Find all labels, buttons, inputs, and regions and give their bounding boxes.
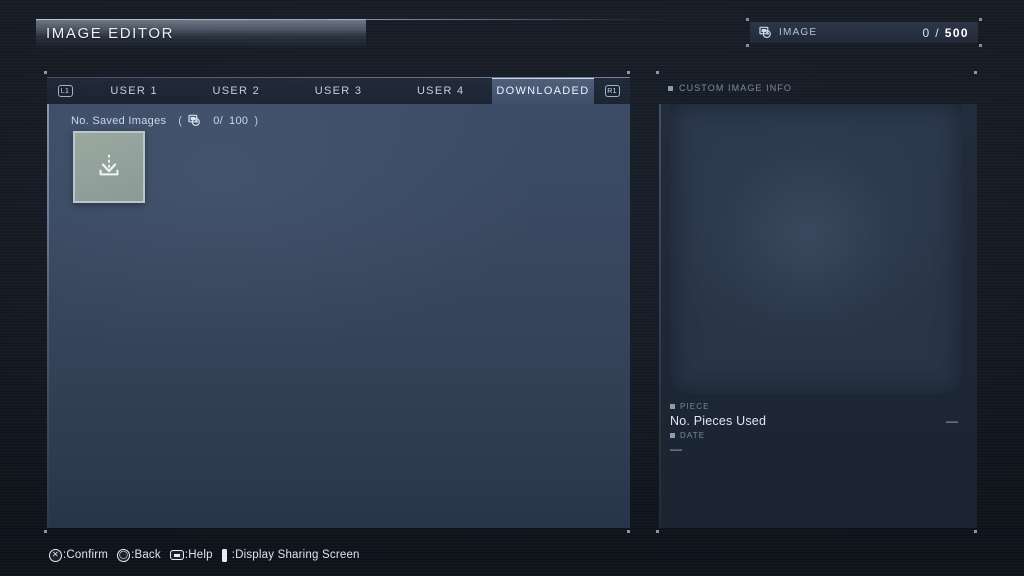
image-counter-value: 0 / 500 [922, 26, 969, 40]
corner-tick [656, 530, 659, 533]
hint-back: ◯ :Back [117, 548, 161, 562]
button-hint-bar: ✕ :Confirm ◯ :Back :Help :Display Sharin… [49, 546, 360, 564]
custom-image-info-header: CUSTOM IMAGE INFO [668, 83, 792, 93]
saved-images-label: No. Saved Images [71, 114, 167, 127]
date-section-label: DATE [680, 431, 706, 440]
page-title-bar: IMAGE EDITOR [36, 19, 666, 47]
close-paren: ) [254, 114, 259, 127]
corner-tick [979, 44, 982, 47]
corner-tick [627, 530, 630, 533]
download-image-slot[interactable] [73, 131, 145, 203]
piece-value-row: No. Pieces Used — [670, 414, 962, 428]
tab-user-4[interactable]: USER 4 [389, 78, 492, 104]
tab-label: USER 3 [314, 85, 363, 97]
corner-tick [44, 530, 47, 533]
tab-user-2[interactable]: USER 2 [185, 78, 288, 104]
pieces-used-label: No. Pieces Used [670, 414, 767, 428]
image-preview [670, 104, 962, 394]
prev-tab-shoulder-button[interactable]: L1 [47, 78, 83, 104]
corner-tick [974, 71, 977, 74]
open-paren: ( [178, 114, 183, 127]
date-info-block: DATE — [670, 431, 962, 456]
saved-images-count: ( 0/ 100 ) [178, 114, 258, 127]
hint-help: :Help [169, 549, 213, 561]
image-counter-label: IMAGE [779, 27, 818, 38]
tab-user-1[interactable]: USER 1 [83, 78, 186, 104]
corner-tick [44, 71, 47, 74]
image-icon [188, 114, 201, 127]
square-bullet-icon [670, 433, 675, 438]
circle-button-icon: ◯ [117, 548, 131, 562]
image-counter-max: 500 [944, 25, 969, 40]
tab-bar: L1 USER 1 USER 2 USER 3 USER 4 DOWNLOADE… [47, 78, 631, 104]
image-counter: IMAGE 0 / 500 [746, 18, 982, 47]
next-tab-shoulder-button[interactable]: R1 [594, 78, 631, 104]
hint-label: :Back [131, 549, 161, 561]
tab-label: USER 2 [212, 85, 261, 97]
tab-label: USER 1 [110, 85, 158, 97]
piece-section-label: PIECE [680, 402, 710, 411]
pieces-used-value: — [946, 414, 958, 428]
tab-user-3[interactable]: USER 3 [287, 78, 390, 104]
title-accent-line [328, 19, 630, 20]
saved-max: 100 [229, 114, 249, 127]
date-section-label-row: DATE [670, 431, 962, 440]
corner-tick [746, 18, 749, 21]
custom-image-info-title: CUSTOM IMAGE INFO [679, 83, 793, 93]
image-counter-separator: / [935, 25, 941, 40]
touchpad-button-icon [169, 550, 184, 560]
square-bullet-icon [670, 404, 675, 409]
corner-tick [656, 71, 659, 74]
piece-info-block: PIECE No. Pieces Used — [670, 402, 962, 428]
square-bullet-icon [668, 85, 673, 91]
hint-sharing-screen: :Display Sharing Screen [221, 548, 360, 562]
corner-tick [746, 44, 749, 47]
l1-button-icon: L1 [57, 85, 73, 97]
hint-confirm: ✕ :Confirm [49, 548, 109, 562]
tab-label: DOWNLOADED [496, 85, 590, 97]
hint-label: :Confirm [63, 549, 109, 561]
corner-tick [974, 530, 977, 533]
hint-label: :Help [184, 549, 213, 561]
tab-downloaded[interactable]: DOWNLOADED [491, 78, 595, 104]
corner-tick [979, 18, 982, 21]
options-button-icon [221, 548, 227, 562]
corner-tick [627, 71, 630, 74]
tab-label: USER 4 [416, 85, 465, 97]
image-icon [759, 26, 772, 39]
r1-button-icon: R1 [604, 85, 620, 97]
page-title: IMAGE EDITOR [46, 24, 175, 42]
image-counter-current: 0 [922, 25, 931, 40]
date-value: — [670, 442, 682, 456]
piece-section-label-row: PIECE [670, 402, 962, 411]
saved-current: 0/ [213, 114, 224, 127]
cross-button-icon: ✕ [49, 548, 62, 562]
saved-images-info: No. Saved Images ( 0/ 100 ) [71, 114, 258, 127]
hint-label: :Display Sharing Screen [231, 549, 360, 561]
download-icon [94, 150, 124, 185]
